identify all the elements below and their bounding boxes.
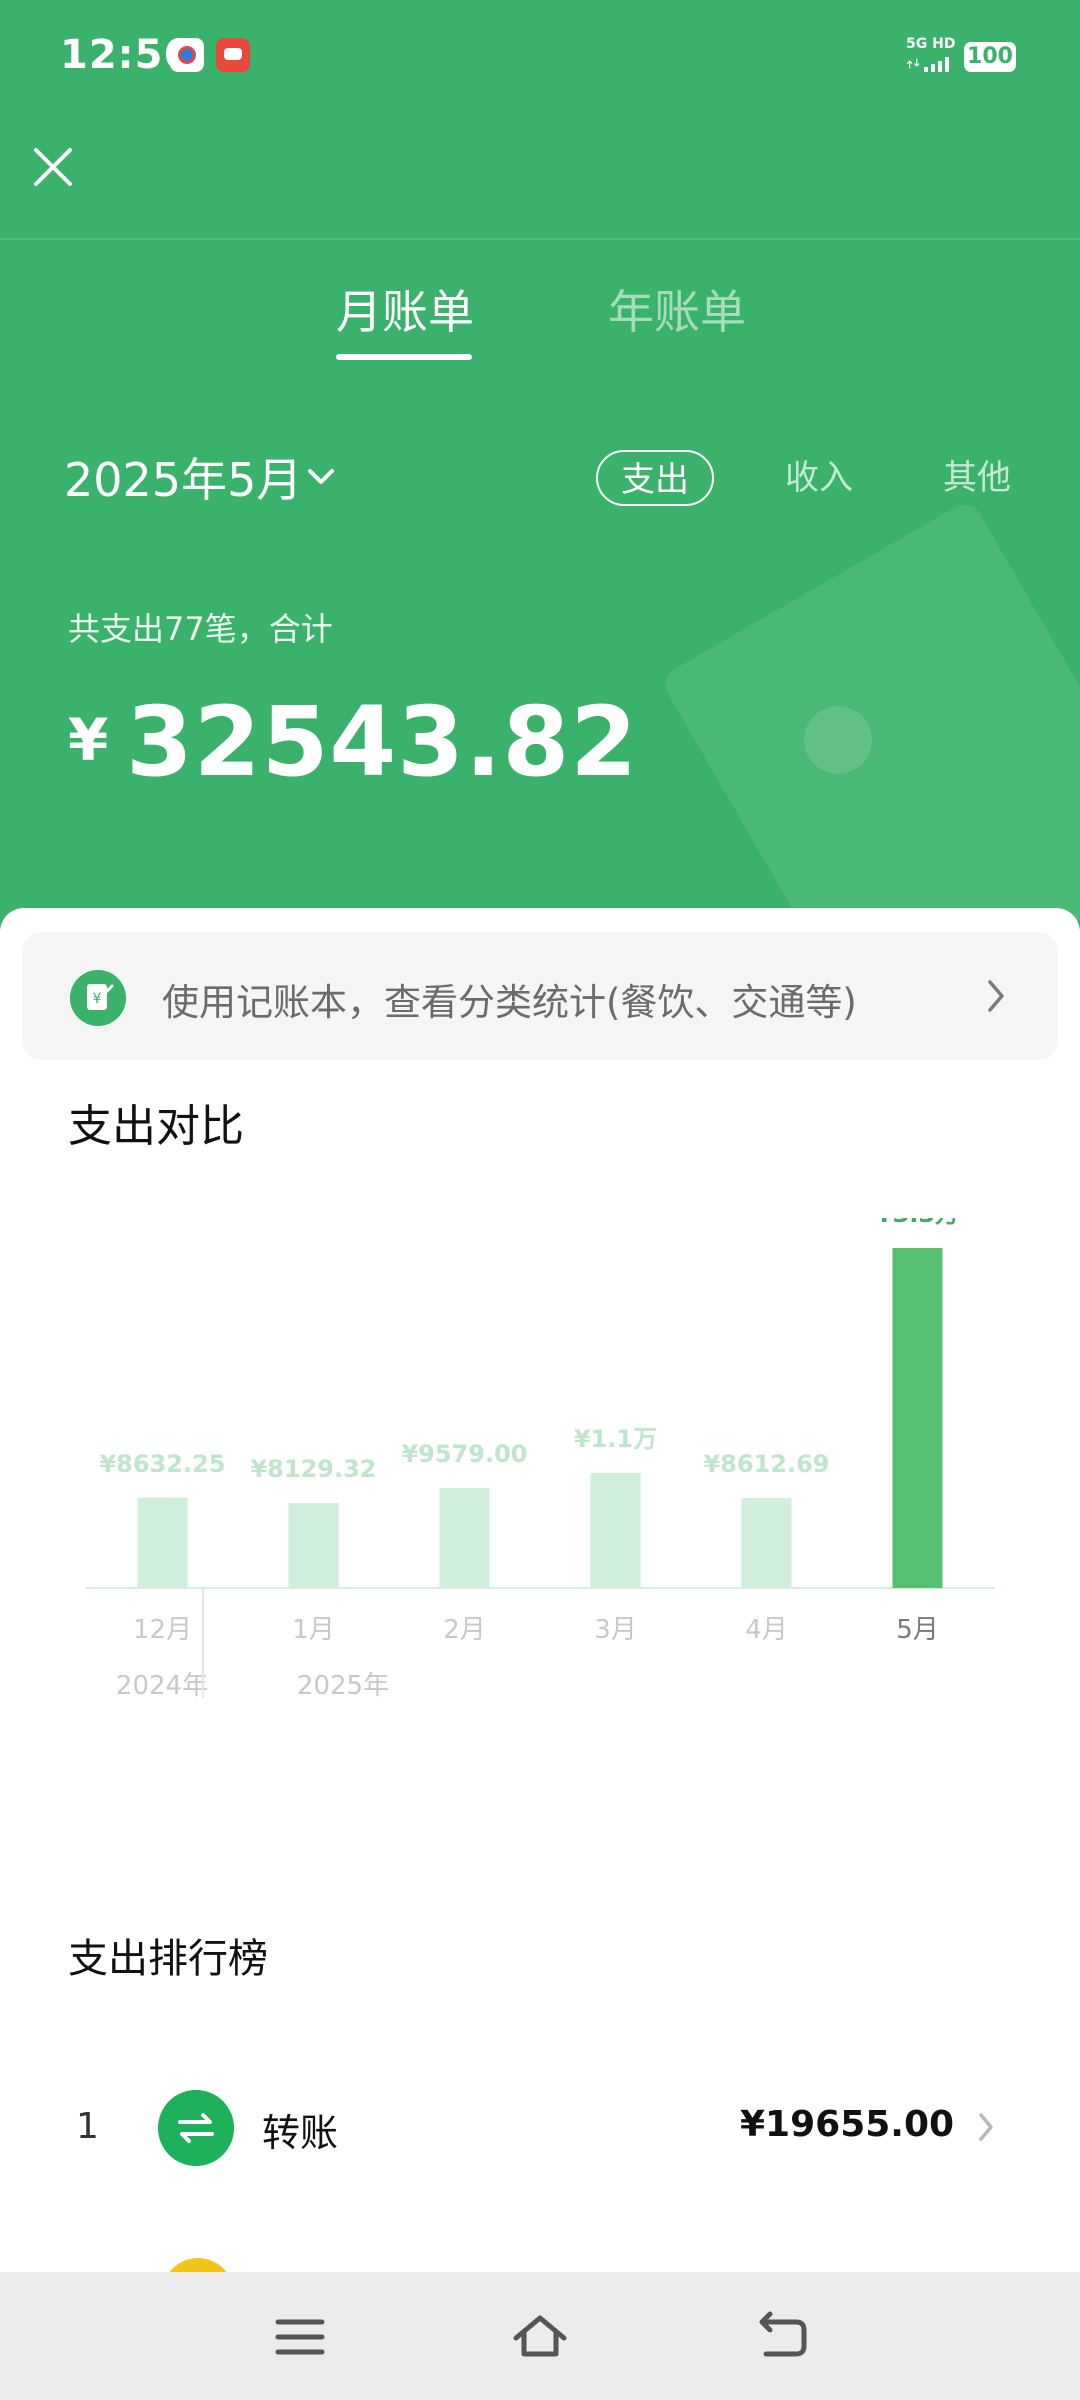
tab-monthly-bill[interactable]: 月账单 — [336, 282, 474, 342]
notification-app-icon-2 — [216, 38, 250, 72]
back-icon[interactable] — [752, 2310, 812, 2364]
active-tab-indicator — [336, 354, 472, 360]
signal-icon — [906, 57, 949, 72]
chevron-right-icon — [979, 2113, 993, 2141]
menu-icon[interactable] — [270, 2310, 330, 2364]
notification-app-icon — [170, 38, 204, 72]
ranking-category: 转账 — [262, 2111, 339, 2155]
expense-ranking-title: 支出排行榜 — [68, 1936, 268, 1982]
header: 12:56 5G HD 100 月账单 年账单 2025年5月 支出 收入 其他… — [0, 0, 1080, 930]
promo-text: 使用记账本，查看分类统计(餐饮、交通等) — [162, 981, 857, 1024]
ledger-icon: ¥ — [70, 970, 126, 1026]
chart-data-label: ¥9579.00 — [401, 1440, 527, 1468]
chart-data-label: ¥1.1万 — [574, 1425, 657, 1453]
ranking-item[interactable]: 1 转账 ¥19655.00 — [0, 2068, 1080, 2188]
content-card: ¥ 使用记账本，查看分类统计(餐饮、交通等) 支出对比 ¥8632.25 12月 ¥… — [0, 908, 1080, 2330]
close-icon[interactable] — [28, 142, 78, 192]
battery-indicator: 100 — [964, 42, 1016, 72]
system-nav-bar — [0, 2272, 1080, 2400]
ranking-number: 1 — [76, 2106, 99, 2147]
chart-category-label: 4月 — [745, 1615, 788, 1645]
chart-bar — [439, 1487, 490, 1588]
chart-category-label: 2月 — [443, 1615, 486, 1645]
filter-income[interactable]: 收入 — [760, 450, 878, 506]
chevron-right-icon — [988, 980, 1004, 1012]
currency-symbol: ¥ — [68, 706, 109, 774]
network-type: 5G HD — [906, 36, 956, 52]
month-selector[interactable]: 2025年5月 — [64, 448, 302, 512]
chevron-down-icon[interactable] — [306, 466, 336, 488]
chart-category-label: 3月 — [594, 1615, 637, 1645]
chart-data-label: ¥8632.25 — [99, 1450, 225, 1478]
header-divider — [0, 238, 1080, 240]
chart-data-label: ¥3.3万 — [876, 1218, 959, 1228]
home-icon[interactable] — [510, 2310, 570, 2364]
total-amount: 32543.82 — [126, 686, 639, 798]
chart-category-label: 5月 — [896, 1615, 939, 1645]
chart-bar — [590, 1473, 641, 1588]
summary-label: 共支出77笔，合计 — [68, 610, 333, 648]
chart-category-label: 1月 — [292, 1615, 335, 1645]
filter-other[interactable]: 其他 — [918, 450, 1036, 506]
chart-category-label: 12月 — [133, 1615, 192, 1645]
chart-data-label: ¥8612.69 — [703, 1450, 829, 1478]
chart-year-label: 2025年 — [297, 1671, 389, 1701]
chart-data-label: ¥8129.32 — [250, 1455, 376, 1483]
chart-bar — [741, 1498, 792, 1588]
chart-year-label: 2024年 — [116, 1671, 208, 1701]
expense-comparison-title: 支出对比 — [68, 1101, 244, 1152]
bookkeeping-promo[interactable]: ¥ 使用记账本，查看分类统计(餐饮、交通等) — [22, 932, 1058, 1060]
status-bar: 12:56 5G HD 100 — [0, 0, 1080, 110]
svg-text:¥: ¥ — [93, 991, 102, 1007]
decorative-dot — [804, 706, 872, 774]
tab-yearly-bill[interactable]: 年账单 — [608, 282, 746, 342]
chart-bar — [288, 1503, 339, 1588]
ranking-amount: ¥19655.00 — [740, 2104, 955, 2145]
transfer-icon — [158, 2090, 234, 2166]
expense-comparison-chart: ¥8632.25 12月 ¥8129.32 1月 ¥9579.00 2月 ¥1.1万 3月 ¥8… — [85, 1218, 995, 1701]
chart-bar — [892, 1248, 943, 1588]
decorative-illustration — [659, 498, 1080, 930]
filter-expense[interactable]: 支出 — [596, 450, 714, 506]
chart-bar — [137, 1497, 188, 1588]
